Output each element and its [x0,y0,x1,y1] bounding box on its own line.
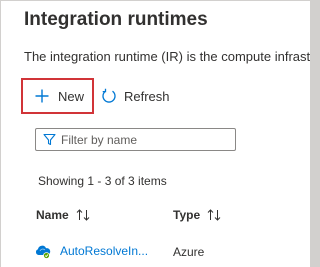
sort-arrows-icon [76,209,90,221]
new-button[interactable]: New [21,78,94,114]
filter-box[interactable] [35,128,236,151]
funnel-icon [43,133,56,146]
page-title: Integration runtimes [24,9,208,30]
cloud-runtime-icon [34,242,52,260]
runtime-name-link[interactable]: AutoResolveIn... [60,244,148,258]
refresh-button[interactable]: Refresh [101,87,170,105]
new-button-label: New [58,88,85,104]
integration-runtimes-panel: Integration runtimes The integration run… [1,1,310,267]
column-header-name[interactable]: Name [36,208,90,222]
sort-arrows-icon [207,209,221,221]
table-row: AutoResolveIn... [34,242,148,260]
plus-icon [34,88,50,104]
page-description: The integration runtime (IR) is the comp… [24,49,310,64]
column-header-name-label: Name [36,208,69,222]
runtime-type-cell: Azure [173,245,205,259]
item-count-status: Showing 1 - 3 of 3 items [38,174,167,188]
refresh-button-label: Refresh [124,88,170,104]
filter-input[interactable] [61,132,221,147]
column-header-type[interactable]: Type [173,208,221,222]
refresh-icon [101,88,117,104]
column-header-type-label: Type [173,208,201,222]
